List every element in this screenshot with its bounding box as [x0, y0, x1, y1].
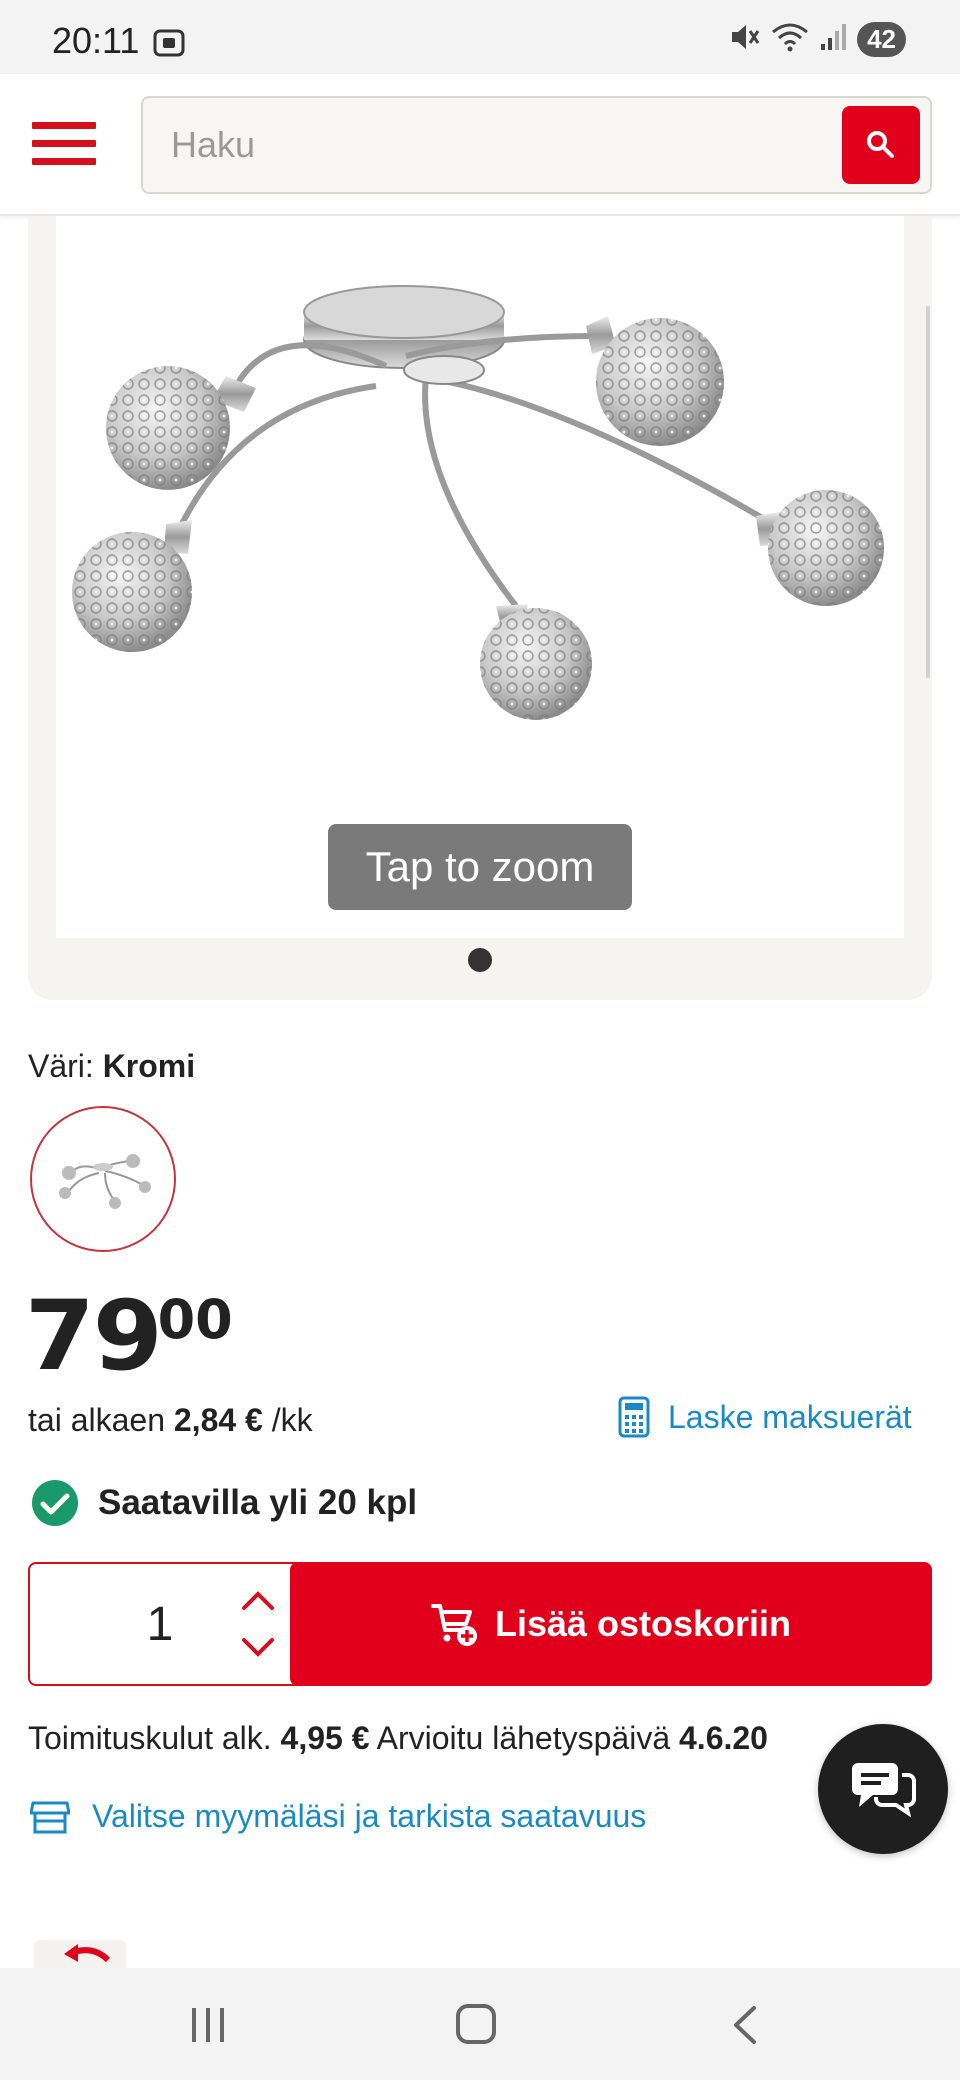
lamp-thumbnail-icon [59, 1154, 151, 1209]
screenshot-icon [152, 26, 186, 65]
add-to-cart-label: Lisää ostoskoriin [494, 1603, 792, 1644]
gallery-scrollbar[interactable] [926, 306, 930, 678]
battery-indicator: 42 [857, 22, 906, 57]
color-variant-label: Väri: Kromi [28, 1048, 195, 1085]
color-value: Kromi [102, 1048, 196, 1084]
calculator-icon [618, 1396, 650, 1438]
recent-apps-icon[interactable] [188, 2006, 228, 2049]
chat-bubble-icon [852, 1763, 916, 1818]
quantity-input[interactable] [120, 1594, 200, 1654]
search-input[interactable] [171, 120, 771, 170]
status-icons: 42 [729, 22, 906, 57]
installment-info: tai alkaen 2,84 € /kk [28, 1402, 313, 1439]
status-time: 20:11 [52, 20, 140, 61]
red-back-arrow-icon [64, 1944, 111, 1963]
status-bar: 20:11 42 [0, 0, 960, 74]
search-button[interactable] [842, 106, 920, 184]
check-circle-icon [32, 1480, 78, 1526]
site-header [0, 74, 960, 216]
mute-icon [729, 22, 761, 57]
installment-prefix: tai alkaen [28, 1402, 165, 1438]
installment-amount: 2,84 € [173, 1402, 263, 1438]
chat-button[interactable] [818, 1724, 948, 1854]
back-arrow-peek[interactable] [34, 1940, 126, 1968]
tap-to-zoom-hint[interactable]: Tap to zoom [328, 824, 632, 910]
add-cart-icon [430, 1604, 477, 1646]
calculate-installments-label: Laske maksuerät [668, 1398, 912, 1435]
color-label-text: Väri: [28, 1048, 94, 1084]
calculate-installments-link[interactable]: Laske maksuerät [618, 1396, 912, 1438]
gallery-dot-active[interactable] [468, 948, 492, 972]
store-icon [30, 1801, 70, 1833]
shipping-date-label: Arvioitu lähetyspäivä [376, 1720, 671, 1756]
shipping-cost-value: 4,95 € [280, 1720, 370, 1756]
color-swatch-kromi[interactable] [30, 1106, 176, 1252]
add-to-cart-button[interactable]: Lisää ostoskoriin [290, 1562, 932, 1686]
signal-icon [819, 22, 847, 57]
search-bar [141, 96, 932, 194]
choose-store-link[interactable]: Valitse myymäläsi ja tarkista saatavuus [30, 1798, 646, 1835]
installment-suffix: /kk [271, 1402, 313, 1438]
shipping-cost-label: Toimituskulut alk. [28, 1720, 272, 1756]
back-chevron-icon[interactable] [730, 2004, 760, 2051]
search-icon [867, 131, 894, 158]
shipping-info: Toimituskulut alk. 4,95 € Arvioitu lähet… [28, 1720, 928, 1757]
system-navigation-bar [0, 1968, 960, 2080]
quantity-stepper [28, 1562, 328, 1686]
wifi-icon [771, 22, 809, 57]
shipping-date-value: 4.6.20 [679, 1720, 768, 1756]
choose-store-label: Valitse myymäläsi ja tarkista saatavuus [92, 1798, 647, 1834]
stock-status: Saatavilla yli 20 kpl [30, 1478, 417, 1528]
quantity-decrease-chevron-down-icon[interactable] [236, 1630, 280, 1664]
hamburger-menu-icon[interactable] [32, 122, 96, 166]
price-integer: 79 [24, 1280, 163, 1392]
home-icon[interactable] [456, 2004, 496, 2044]
product-price: 7900 [24, 1280, 233, 1392]
price-decimals: 00 [157, 1288, 233, 1351]
quantity-increase-chevron-up-icon[interactable] [236, 1584, 280, 1618]
stock-text: Saatavilla yli 20 kpl [98, 1483, 418, 1522]
